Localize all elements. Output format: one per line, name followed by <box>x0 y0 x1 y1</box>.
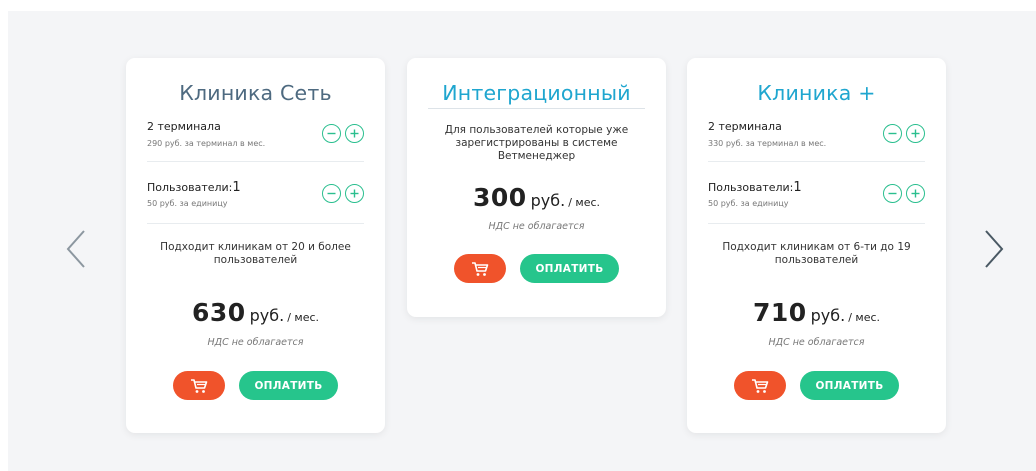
title-underline <box>428 108 645 109</box>
cart-icon <box>472 261 489 276</box>
users-decrease-button[interactable] <box>322 184 341 203</box>
divider <box>708 161 925 162</box>
minus-icon <box>888 132 897 135</box>
divider <box>147 223 364 224</box>
terminals-option: 2 терминала 290 руб. за терминал в мес. <box>147 120 364 160</box>
terminals-increase-button[interactable] <box>345 124 364 143</box>
users-count: 1 <box>793 180 802 195</box>
tariff-title: Клиника + <box>757 81 876 105</box>
add-to-cart-button[interactable] <box>454 254 506 283</box>
price-period: / мес. <box>848 311 881 324</box>
users-stepper <box>322 184 364 203</box>
pay-button[interactable]: ОПЛАТИТЬ <box>520 254 619 283</box>
users-price-note: 50 руб. за единицу <box>147 199 228 208</box>
users-option: Пользователи:1 50 руб. за единицу <box>708 180 925 220</box>
terminals-decrease-button[interactable] <box>883 124 902 143</box>
card-actions: ОПЛАТИТЬ <box>407 254 666 283</box>
users-stepper <box>883 184 925 203</box>
terminals-decrease-button[interactable] <box>322 124 341 143</box>
vat-note: НДС не облагается <box>768 337 865 348</box>
users-price-note: 50 руб. за единицу <box>708 199 789 208</box>
users-label: Пользователи:1 <box>147 180 241 195</box>
carousel-prev-button[interactable] <box>64 228 88 270</box>
add-to-cart-button[interactable] <box>734 371 786 400</box>
terminals-increase-button[interactable] <box>906 124 925 143</box>
price-amount: 630 <box>191 298 246 327</box>
terminals-stepper <box>883 124 925 143</box>
tariff-card-klinika-plus: Клиника + 2 терминала 330 руб. за термин… <box>687 58 946 433</box>
price-currency: руб. <box>249 306 285 325</box>
tariff-price: 300 руб. / мес. <box>407 183 666 212</box>
users-label-text: Пользователи: <box>708 181 794 194</box>
terminals-label: 2 терминала <box>147 120 221 133</box>
tariff-card-integration: Интеграционный Для пользователей которые… <box>407 58 666 317</box>
terminals-price-note: 290 руб. за терминал в мес. <box>147 139 266 148</box>
price-period: / мес. <box>568 196 601 209</box>
cart-icon <box>191 378 208 393</box>
vat-note: НДС не облагается <box>488 221 585 232</box>
tariff-card-klinika-set: Клиника Сеть 2 терминала 290 руб. за тер… <box>126 58 385 433</box>
users-increase-button[interactable] <box>345 184 364 203</box>
price-amount: 300 <box>472 183 527 212</box>
divider <box>708 223 925 224</box>
terminals-label: 2 терминала <box>708 120 782 133</box>
terminals-option: 2 терминала 330 руб. за терминал в мес. <box>708 120 925 160</box>
pay-button[interactable]: ОПЛАТИТЬ <box>800 371 899 400</box>
plus-icon <box>350 129 359 138</box>
minus-icon <box>888 192 897 195</box>
tariff-title: Клиника Сеть <box>179 81 332 105</box>
chevron-left-icon <box>66 230 85 268</box>
chevron-right-icon <box>985 230 1004 268</box>
carousel-next-button[interactable] <box>982 228 1006 270</box>
price-currency: руб. <box>810 306 846 325</box>
add-to-cart-button[interactable] <box>173 371 225 400</box>
tariff-price: 710 руб. / мес. <box>687 298 946 327</box>
users-label: Пользователи:1 <box>708 180 802 195</box>
plus-icon <box>911 189 920 198</box>
users-label-text: Пользователи: <box>147 181 233 194</box>
terminals-stepper <box>322 124 364 143</box>
tariff-title: Интеграционный <box>442 81 631 105</box>
tariff-description: Подходит клиникам от 20 и более пользова… <box>160 241 351 266</box>
price-period: / мес. <box>287 311 320 324</box>
tariff-price: 630 руб. / мес. <box>126 298 385 327</box>
card-actions: ОПЛАТИТЬ <box>687 371 946 400</box>
users-decrease-button[interactable] <box>883 184 902 203</box>
cart-icon <box>752 378 769 393</box>
users-count: 1 <box>232 180 241 195</box>
pay-button[interactable]: ОПЛАТИТЬ <box>239 371 338 400</box>
price-amount: 710 <box>752 298 807 327</box>
plus-icon <box>350 189 359 198</box>
users-option: Пользователи:1 50 руб. за единицу <box>147 180 364 220</box>
tariff-description: Для пользователей которые уже зарегистри… <box>444 124 629 162</box>
price-currency: руб. <box>530 191 566 210</box>
users-increase-button[interactable] <box>906 184 925 203</box>
divider <box>147 161 364 162</box>
minus-icon <box>327 192 336 195</box>
vat-note: НДС не облагается <box>207 337 304 348</box>
terminals-price-note: 330 руб. за терминал в мес. <box>708 139 827 148</box>
tariff-description: Подходит клиникам от 6-ти до 19 пользова… <box>722 241 911 266</box>
plus-icon <box>911 129 920 138</box>
minus-icon <box>327 132 336 135</box>
card-actions: ОПЛАТИТЬ <box>126 371 385 400</box>
